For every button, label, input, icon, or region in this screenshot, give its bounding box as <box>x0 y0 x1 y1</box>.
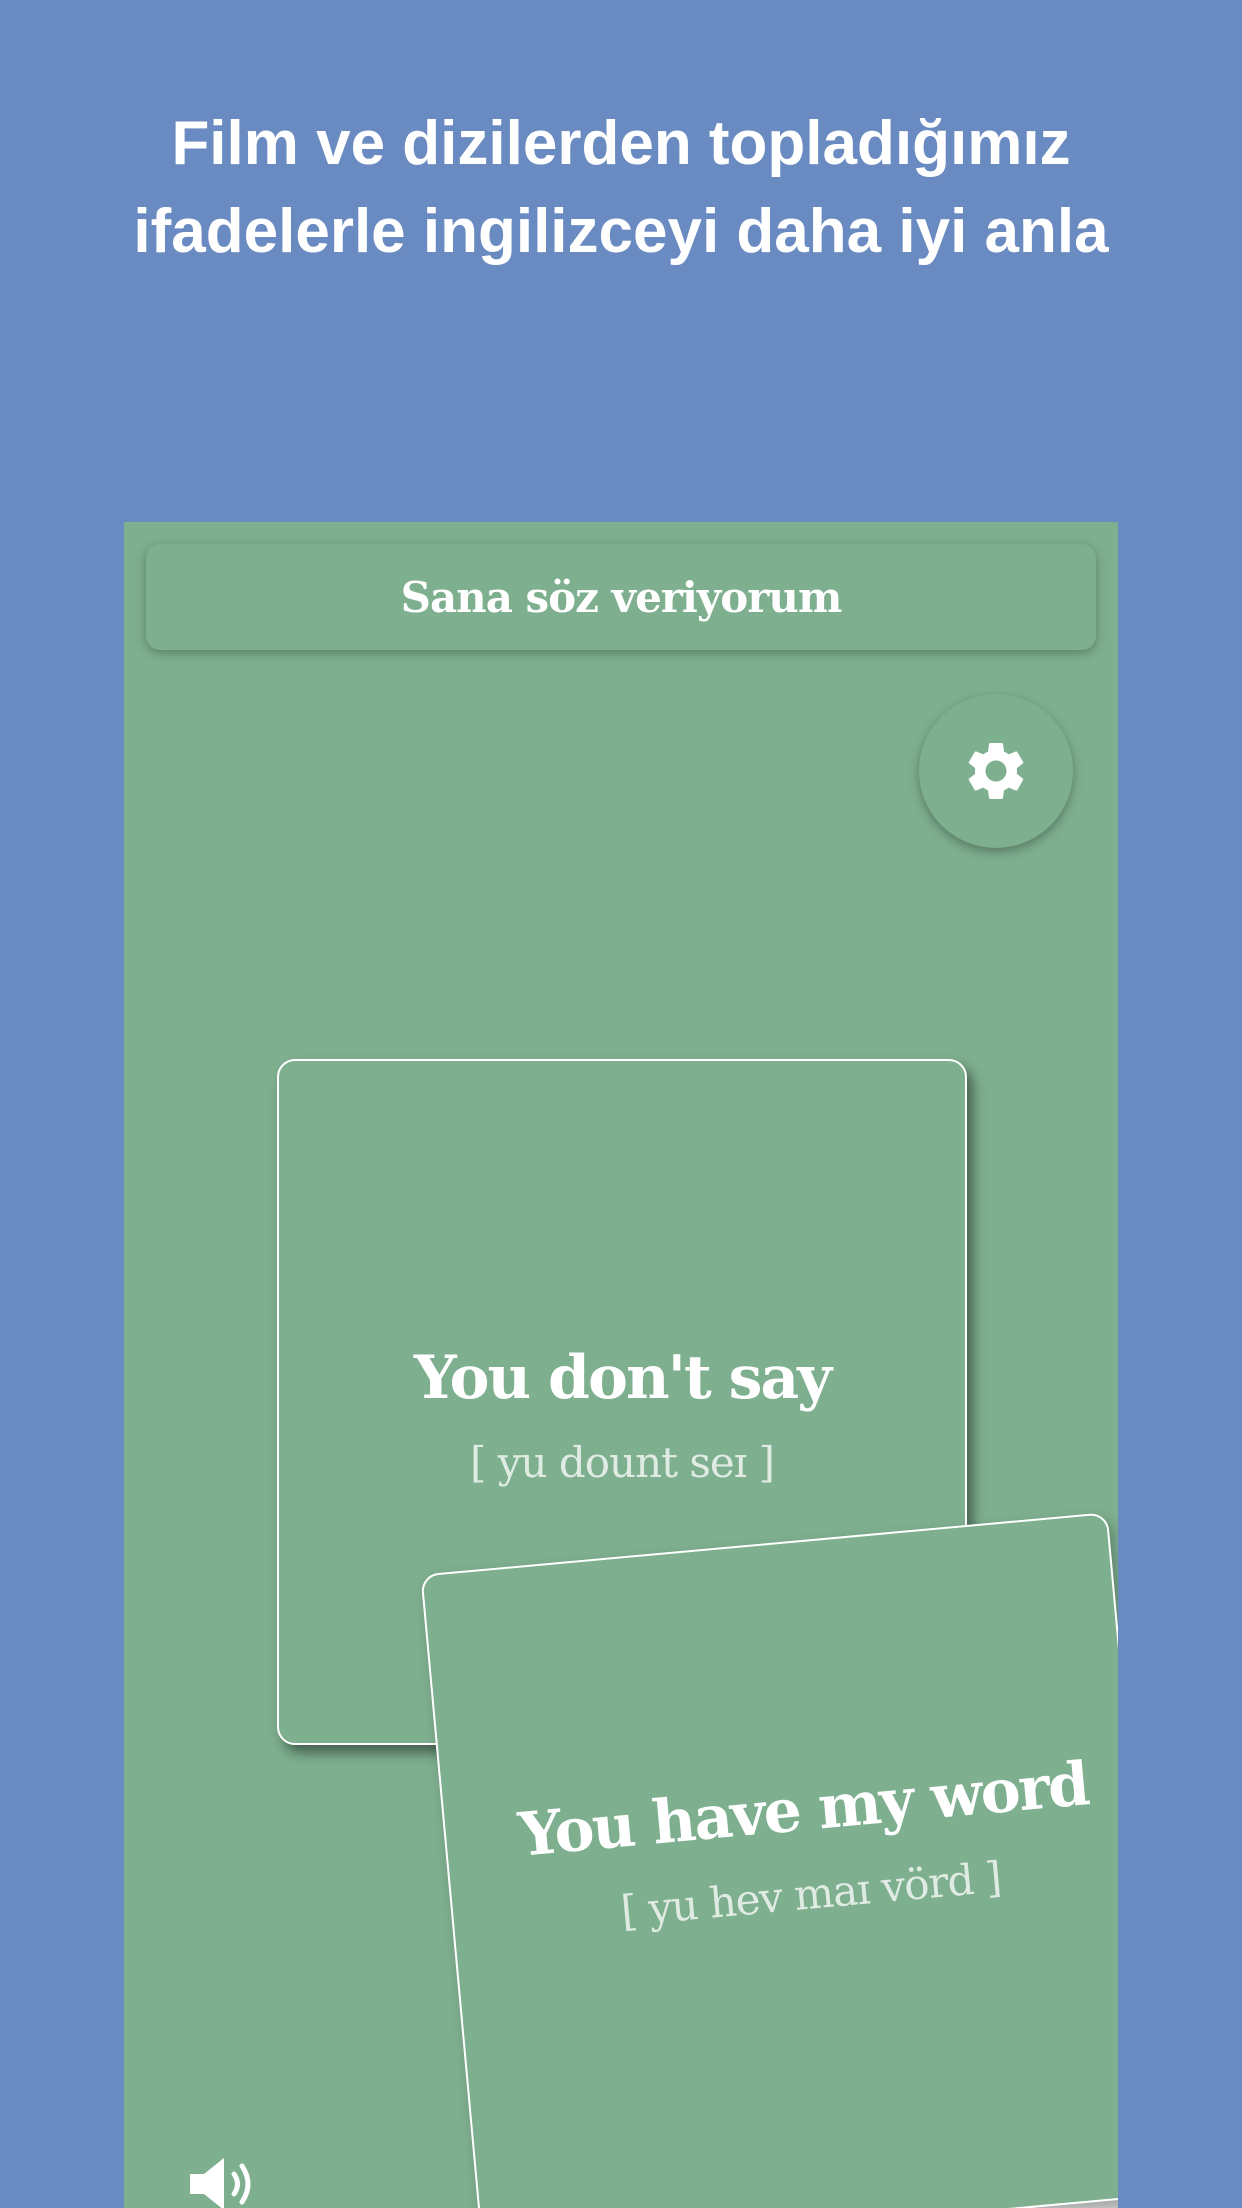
app-screen: Sana söz veriyorum You don't say [ yu do… <box>124 522 1118 2208</box>
card-pronunciation: [ yu dount seɪ ] <box>470 1437 775 1487</box>
translation-title: Sana söz veriyorum <box>400 572 843 622</box>
phrase-card-front[interactable]: You have my word [ yu hev maɪ vörd ] <box>420 1512 1118 2208</box>
settings-button[interactable] <box>919 694 1073 848</box>
gear-icon <box>968 743 1024 799</box>
translation-title-bar[interactable]: Sana söz veriyorum <box>146 544 1096 650</box>
card-pronunciation: [ yu hev maɪ vörd ] <box>618 1851 1003 1936</box>
sound-button[interactable] <box>184 2154 264 2208</box>
promo-headline-line-1: Film ve dizilerden topladığımız <box>171 109 1071 178</box>
speaker-icon <box>190 2158 251 2208</box>
card-phrase: You have my word <box>515 1748 1091 1871</box>
promo-headline: Film ve dizilerden topladığımız ifadeler… <box>0 100 1242 276</box>
card-phrase: You don't say <box>413 1342 832 1413</box>
promo-headline-line-2: ifadelerle ingilizceyi daha iyi anla <box>133 197 1109 266</box>
